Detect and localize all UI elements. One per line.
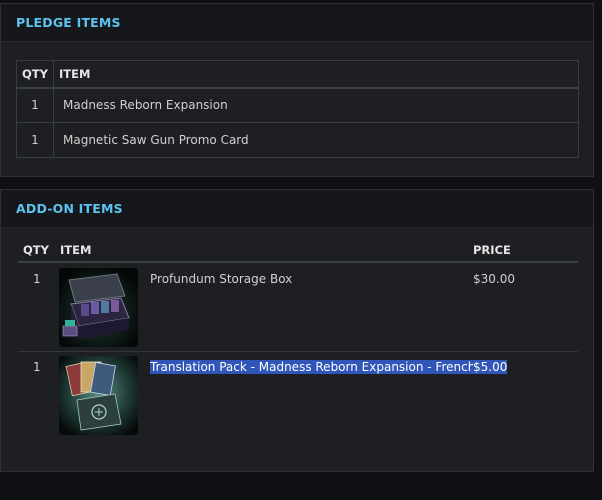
qty-column-header: QTY (23, 243, 49, 257)
pledge-items-panel: PLEDGE ITEMS QTY ITEM 1 Madness Reborn E… (0, 3, 594, 177)
table-row: 1 Profundum Storage Box $30.00 (18, 264, 578, 352)
storage-box-image[interactable] (59, 268, 138, 347)
qty-column-header: QTY (16, 60, 54, 89)
pledge-items-header: PLEDGE ITEMS (1, 4, 593, 42)
row-qty: 1 (33, 272, 41, 286)
table-row: 1 Madness Reborn Expansion (16, 87, 579, 123)
price-column-header: PRICE (473, 243, 511, 257)
translation-pack-image[interactable] (59, 356, 138, 435)
addon-items-header: ADD-ON ITEMS (1, 190, 593, 228)
pledge-table-header-row: QTY ITEM (16, 60, 579, 89)
row-price: $5.00 (473, 360, 508, 374)
row-item-name: Profundum Storage Box (150, 272, 293, 286)
addon-items-title: ADD-ON ITEMS (16, 201, 123, 216)
row-item-name: Translation Pack - Madness Reborn Expans… (150, 360, 476, 374)
row-qty: 1 (16, 87, 54, 123)
row-qty: 1 (33, 360, 41, 374)
table-row: 1 Magnetic Saw Gun Promo Card (16, 122, 579, 158)
table-row: 1 Translation Pack - Madness Reborn Expa… (18, 352, 578, 442)
row-price: $30.00 (473, 272, 515, 286)
item-column-header: ITEM (60, 243, 92, 257)
addon-items-panel: ADD-ON ITEMS QTY ITEM PRICE 1 Profundum … (0, 189, 594, 472)
row-item-name: Madness Reborn Expansion (53, 87, 579, 123)
addon-table-header-row: QTY ITEM PRICE (18, 241, 578, 263)
row-qty: 1 (16, 122, 54, 158)
pledge-items-table: QTY ITEM 1 Madness Reborn Expansion 1 Ma… (16, 60, 579, 158)
item-column-header: ITEM (53, 60, 579, 89)
row-item-name: Magnetic Saw Gun Promo Card (53, 122, 579, 158)
pledge-items-title: PLEDGE ITEMS (16, 15, 121, 30)
